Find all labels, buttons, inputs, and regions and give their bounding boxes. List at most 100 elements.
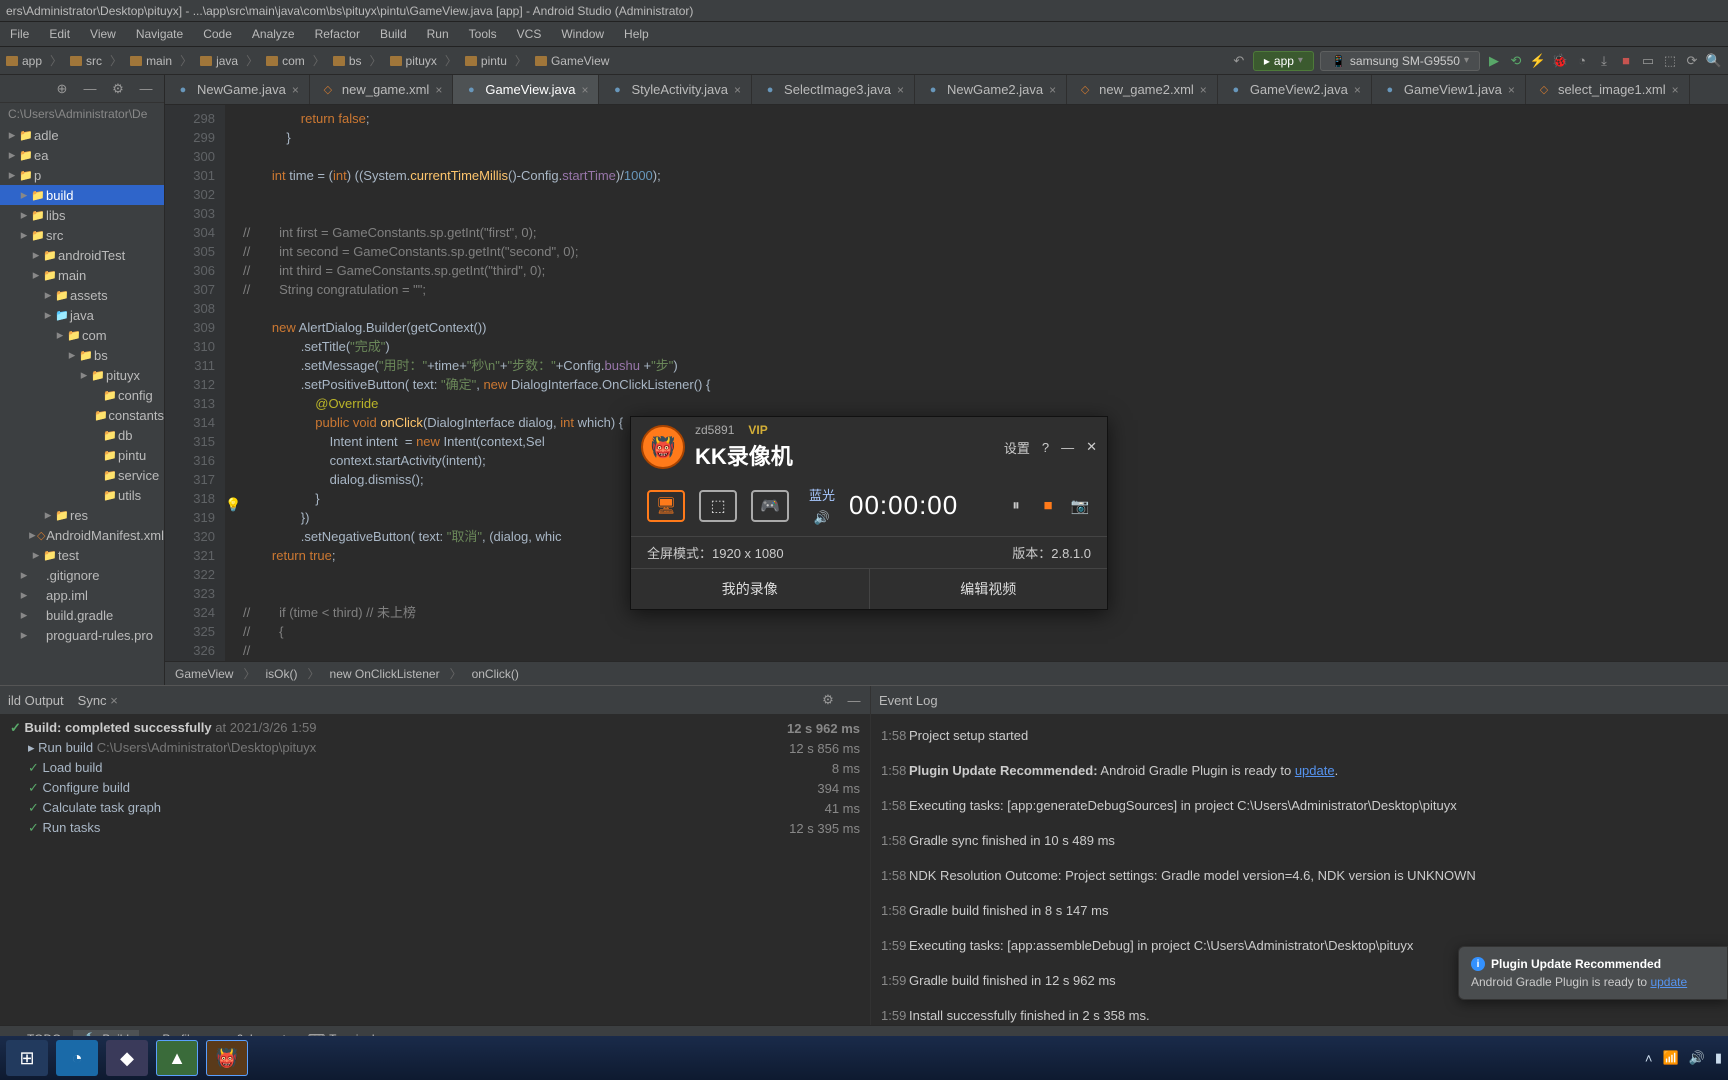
mode-region-icon[interactable]: ⬚ bbox=[699, 490, 737, 522]
tree-node[interactable]: ▸adle bbox=[0, 125, 164, 145]
recorder-close-icon[interactable]: ✕ bbox=[1086, 439, 1097, 455]
menu-window[interactable]: Window bbox=[551, 27, 614, 41]
run-icon[interactable]: ▶ bbox=[1486, 53, 1502, 69]
tray-wifi-icon[interactable]: 📶 bbox=[1662, 1050, 1678, 1066]
tree-node[interactable]: ▸ea bbox=[0, 145, 164, 165]
tree-node[interactable]: ▸main bbox=[0, 265, 164, 285]
build-task-row[interactable]: Configure build394 ms bbox=[10, 778, 860, 798]
tree-node[interactable]: ▸app.iml bbox=[0, 585, 164, 605]
locate-icon[interactable]: ⊕ bbox=[54, 81, 70, 97]
code-crumb[interactable]: onClick() bbox=[472, 667, 519, 681]
my-recordings-button[interactable]: 我的录像 bbox=[631, 569, 870, 609]
tree-node[interactable]: ▸build bbox=[0, 185, 164, 205]
record-stop-icon[interactable]: ■ bbox=[1037, 495, 1059, 517]
task-android-studio[interactable]: ▲ bbox=[156, 1040, 198, 1076]
tree-node[interactable]: ▸libs bbox=[0, 205, 164, 225]
sync-icon[interactable]: ⟳ bbox=[1684, 53, 1700, 69]
close-tab-icon[interactable]: × bbox=[435, 83, 442, 97]
debug-icon[interactable]: 🐞 bbox=[1552, 53, 1568, 69]
tree-node[interactable]: ▸.gitignore bbox=[0, 565, 164, 585]
quality-label[interactable]: 蓝光 bbox=[809, 485, 835, 504]
pause-icon[interactable]: ⏸ bbox=[1005, 495, 1027, 517]
recorder-settings-link[interactable]: 设置 bbox=[1004, 438, 1030, 457]
system-tray[interactable]: ˄ 📶 🔊 ▮ bbox=[1645, 1050, 1722, 1066]
tree-node[interactable]: ▸java bbox=[0, 305, 164, 325]
collapse-icon[interactable]: — bbox=[82, 81, 98, 97]
build-task-row[interactable]: ▸ Run build C:\Users\Administrator\Deskt… bbox=[10, 738, 860, 758]
breadcrumb-item[interactable]: pintu bbox=[465, 54, 507, 68]
tray-chevron-icon[interactable]: ˄ bbox=[1645, 1051, 1653, 1066]
close-tab-icon[interactable]: × bbox=[1508, 83, 1515, 97]
screenshot-icon[interactable]: 📷 bbox=[1069, 495, 1091, 517]
menu-code[interactable]: Code bbox=[193, 27, 242, 41]
recorder-help-icon[interactable]: ? bbox=[1042, 440, 1049, 455]
task-start[interactable]: ⊞ bbox=[6, 1040, 48, 1076]
editor-tab[interactable]: GameView2.java× bbox=[1218, 75, 1372, 104]
run-config-selector[interactable]: ▸ app ▾ bbox=[1253, 51, 1314, 71]
editor-tab[interactable]: StyleActivity.java× bbox=[599, 75, 752, 104]
editor-tab[interactable]: GameView1.java× bbox=[1372, 75, 1526, 104]
breadcrumb-item[interactable]: java bbox=[200, 54, 238, 68]
audio-icon[interactable]: 🔊 bbox=[814, 510, 830, 526]
tree-node[interactable]: constants bbox=[0, 405, 164, 425]
editor-tab[interactable]: NewGame2.java× bbox=[915, 75, 1067, 104]
stop-icon[interactable]: ■ bbox=[1618, 53, 1634, 69]
breadcrumb-item[interactable]: bs bbox=[333, 54, 362, 68]
close-tab-icon[interactable]: × bbox=[1200, 83, 1207, 97]
editor-tab[interactable]: GameView.java× bbox=[453, 75, 599, 104]
code-crumb[interactable]: isOk() bbox=[266, 667, 298, 681]
build-task-row[interactable]: Calculate task graph41 ms bbox=[10, 798, 860, 818]
build-task-row[interactable]: Run tasks12 s 395 ms bbox=[10, 818, 860, 838]
tree-node[interactable]: ▸res bbox=[0, 505, 164, 525]
tree-node[interactable]: ▸assets bbox=[0, 285, 164, 305]
apply-changes-icon[interactable]: ⟲ bbox=[1508, 53, 1524, 69]
code-crumb[interactable]: new OnClickListener bbox=[330, 667, 440, 681]
tree-node[interactable]: ▸test bbox=[0, 545, 164, 565]
tree-node[interactable]: ▸bs bbox=[0, 345, 164, 365]
edit-video-button[interactable]: 编辑视频 bbox=[870, 569, 1108, 609]
close-tab-icon[interactable]: × bbox=[1354, 83, 1361, 97]
tree-node[interactable]: ▸androidTest bbox=[0, 245, 164, 265]
profile-icon[interactable]: ◔ bbox=[1574, 53, 1590, 69]
hide-icon[interactable]: — bbox=[138, 81, 154, 97]
menu-edit[interactable]: Edit bbox=[39, 27, 80, 41]
close-tab-icon[interactable]: × bbox=[897, 83, 904, 97]
menu-build[interactable]: Build bbox=[370, 27, 417, 41]
sdk-icon[interactable]: ⬚ bbox=[1662, 53, 1678, 69]
editor-tab[interactable]: new_game2.xml× bbox=[1067, 75, 1218, 104]
breadcrumb-item[interactable]: src bbox=[70, 54, 102, 68]
notif-update-link[interactable]: update bbox=[1650, 975, 1687, 989]
tree-node[interactable]: db bbox=[0, 425, 164, 445]
tree-node[interactable]: config bbox=[0, 385, 164, 405]
close-tab-icon[interactable]: × bbox=[734, 83, 741, 97]
code-crumb[interactable]: GameView bbox=[175, 667, 233, 681]
search-icon[interactable]: 🔍 bbox=[1706, 53, 1722, 69]
event-link[interactable]: update bbox=[1295, 763, 1335, 778]
menu-run[interactable]: Run bbox=[417, 27, 459, 41]
editor-tab[interactable]: SelectImage3.java× bbox=[752, 75, 915, 104]
menu-navigate[interactable]: Navigate bbox=[126, 27, 193, 41]
device-selector[interactable]: 📱 samsung SM-G9550 ▾ bbox=[1320, 51, 1480, 71]
tray-battery-icon[interactable]: ▮ bbox=[1715, 1050, 1722, 1066]
menu-refactor[interactable]: Refactor bbox=[305, 27, 370, 41]
menu-help[interactable]: Help bbox=[614, 27, 659, 41]
tree-node[interactable]: pintu bbox=[0, 445, 164, 465]
mode-fullscreen-icon[interactable]: 🖥 bbox=[647, 490, 685, 522]
tree-node[interactable]: ▸src bbox=[0, 225, 164, 245]
build-gear-icon[interactable]: ⚙ bbox=[820, 692, 836, 708]
tree-node[interactable]: ▸AndroidManifest.xml bbox=[0, 525, 164, 545]
tree-node[interactable]: ▸proguard-rules.pro bbox=[0, 625, 164, 645]
project-tree[interactable]: ▸adle▸ea▸p▸build▸libs▸src▸androidTest▸ma… bbox=[0, 125, 164, 685]
menu-tools[interactable]: Tools bbox=[459, 27, 507, 41]
build-hide-icon[interactable]: — bbox=[846, 692, 862, 708]
breadcrumb-item[interactable]: GameView bbox=[535, 54, 609, 68]
structure-breadcrumb[interactable]: GameView〉isOk()〉new OnClickListener〉onCl… bbox=[165, 661, 1728, 685]
menu-file[interactable]: File bbox=[0, 27, 39, 41]
gear-icon[interactable]: ⚙ bbox=[110, 81, 126, 97]
task-recorder[interactable]: 👹 bbox=[206, 1040, 248, 1076]
update-notification[interactable]: iPlugin Update Recommended Android Gradl… bbox=[1458, 946, 1728, 1000]
tree-node[interactable]: service bbox=[0, 465, 164, 485]
editor-tab[interactable]: NewGame.java× bbox=[165, 75, 310, 104]
tree-node[interactable]: utils bbox=[0, 485, 164, 505]
build-tab-output[interactable]: ild Output bbox=[8, 693, 64, 708]
